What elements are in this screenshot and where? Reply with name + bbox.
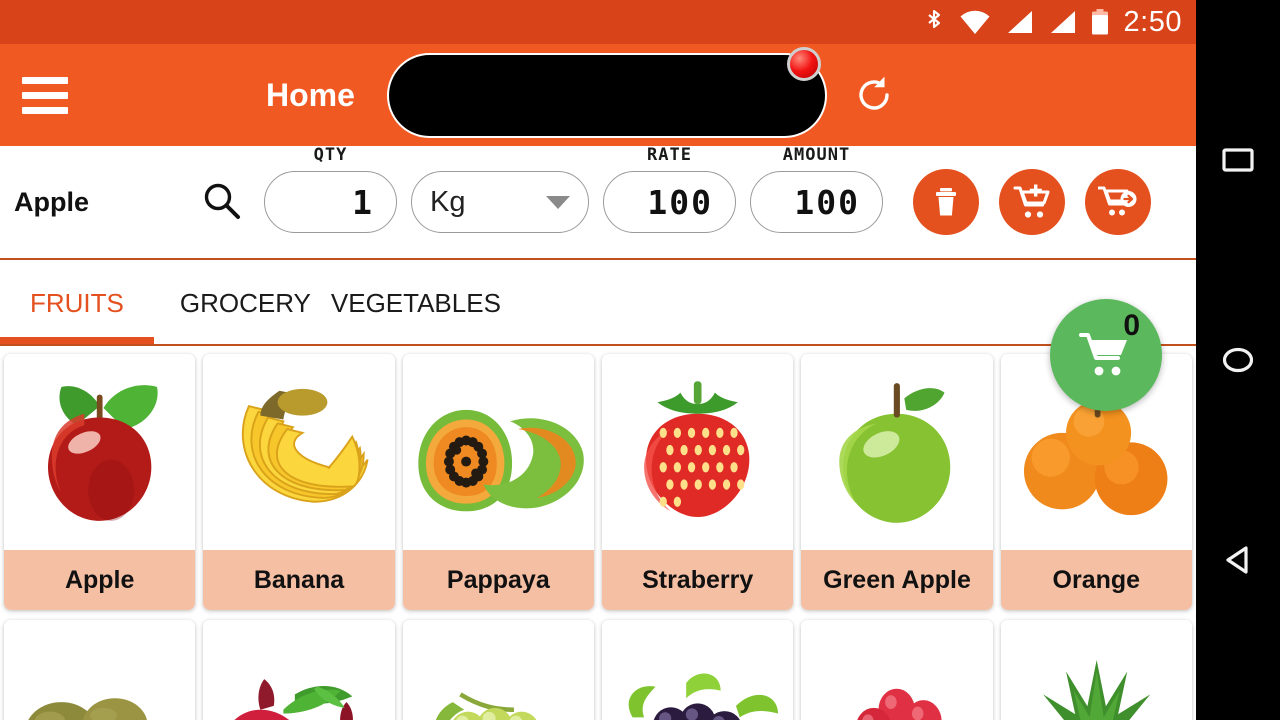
product-image-strawberry	[601, 354, 794, 550]
qty-label: QTY	[313, 145, 348, 165]
floating-cart-button[interactable]: 0	[1050, 299, 1162, 411]
chevron-down-icon	[546, 195, 570, 209]
product-label: Pappaya	[402, 550, 594, 610]
circle-home-icon[interactable]	[1196, 318, 1280, 402]
phone-viewport: 2:50 Home Apple QTY 1 Kg RATE 100 AMOUNT…	[0, 0, 1196, 720]
rate-input[interactable]	[604, 172, 735, 232]
rate-label: RATE	[647, 145, 692, 165]
status-clock: 2:50	[1123, 5, 1182, 38]
cart-arrow-icon	[1098, 186, 1137, 216]
header-search-input[interactable]	[386, 52, 827, 138]
unit-dropdown[interactable]: Kg	[411, 171, 589, 233]
product-card[interactable]	[4, 620, 196, 720]
product-card[interactable]	[601, 620, 794, 720]
hamburger-menu-icon[interactable]	[22, 76, 68, 114]
product-card[interactable]	[1000, 620, 1192, 720]
square-recents-icon[interactable]	[1196, 118, 1280, 202]
triangle-back-icon[interactable]	[1196, 518, 1280, 602]
cart-plus-icon	[1013, 184, 1050, 218]
qty-field[interactable]	[264, 171, 397, 233]
add-to-cart-button[interactable]	[999, 169, 1065, 235]
wifi-icon	[960, 10, 990, 35]
tab-fruits[interactable]: FRUITS	[0, 262, 154, 344]
product-card[interactable]: Apple	[4, 354, 196, 610]
unit-field-group: Kg	[411, 171, 589, 233]
product-image-apple	[4, 354, 196, 550]
item-entry-row: Apple QTY Kg RATE	[0, 145, 1196, 260]
product-image-pomegranate	[203, 620, 395, 720]
rate-field[interactable]	[603, 171, 736, 233]
product-card[interactable]	[402, 620, 594, 720]
product-label: Orange	[1000, 550, 1192, 610]
screen-root: 2:50 Home Apple QTY 1 Kg RATE 100 AMOUNT…	[0, 0, 1280, 720]
app-bar: Home	[0, 44, 1196, 146]
product-label: Apple	[4, 550, 196, 610]
product-card[interactable]: Green Apple	[801, 354, 993, 610]
tab-vegetables[interactable]: VEGETABLES	[319, 262, 521, 344]
product-image-blackgrapes	[601, 620, 794, 720]
cart-count-badge: 0	[1123, 309, 1140, 342]
signal-icon	[1007, 11, 1032, 33]
signal-icon	[1050, 11, 1075, 33]
product-label: Straberry	[601, 550, 794, 610]
hamburger-bar	[22, 106, 68, 114]
product-card[interactable]	[801, 620, 993, 720]
product-image-lychee	[801, 620, 993, 720]
rate-field-group: RATE	[603, 145, 736, 233]
hamburger-bar	[22, 76, 68, 84]
bluetooth-icon	[927, 9, 940, 29]
amount-field-group: AMOUNT	[750, 145, 883, 233]
search-icon[interactable]	[194, 181, 250, 223]
android-nav-bar	[1196, 0, 1280, 720]
page-title: Home	[266, 76, 355, 113]
product-card[interactable]: Pappaya	[402, 354, 594, 610]
amount-input[interactable]	[751, 172, 882, 232]
refresh-icon[interactable]	[851, 72, 897, 118]
status-bar: 2:50	[0, 0, 1196, 44]
red-dot-indicator	[786, 46, 821, 81]
qty-field-group: QTY	[264, 145, 397, 233]
product-card[interactable]: Straberry	[601, 354, 794, 610]
category-tabs: FRUITS GROCERY VEGETABLES	[0, 262, 1196, 346]
product-label: Green Apple	[801, 550, 993, 610]
product-label: Banana	[203, 550, 395, 610]
unit-value: Kg	[430, 185, 466, 218]
product-image-greengrapes	[402, 620, 594, 720]
product-card[interactable]	[203, 620, 395, 720]
header-search-wrapper	[386, 46, 827, 138]
amount-label: AMOUNT	[782, 145, 851, 165]
trash-icon	[936, 188, 956, 216]
delete-button[interactable]	[913, 169, 979, 235]
product-grid: Apple Banana Pappaya Straberry Green Apple Or…	[0, 348, 1196, 720]
amount-field[interactable]	[750, 171, 883, 233]
product-card[interactable]: Banana	[203, 354, 395, 610]
selected-item-name: Apple	[14, 186, 90, 217]
qty-input[interactable]	[265, 172, 396, 232]
product-image-greenapple	[801, 354, 993, 550]
checkout-button[interactable]	[1085, 169, 1151, 235]
battery-icon	[1091, 9, 1108, 35]
tab-grocery[interactable]: GROCERY	[154, 262, 319, 344]
product-image-papaya	[402, 354, 594, 550]
status-icons	[922, 8, 1110, 36]
product-image-pineapple	[1000, 620, 1192, 720]
product-image-banana	[203, 354, 395, 550]
product-image-kiwi	[4, 620, 196, 720]
hamburger-bar	[22, 91, 68, 99]
